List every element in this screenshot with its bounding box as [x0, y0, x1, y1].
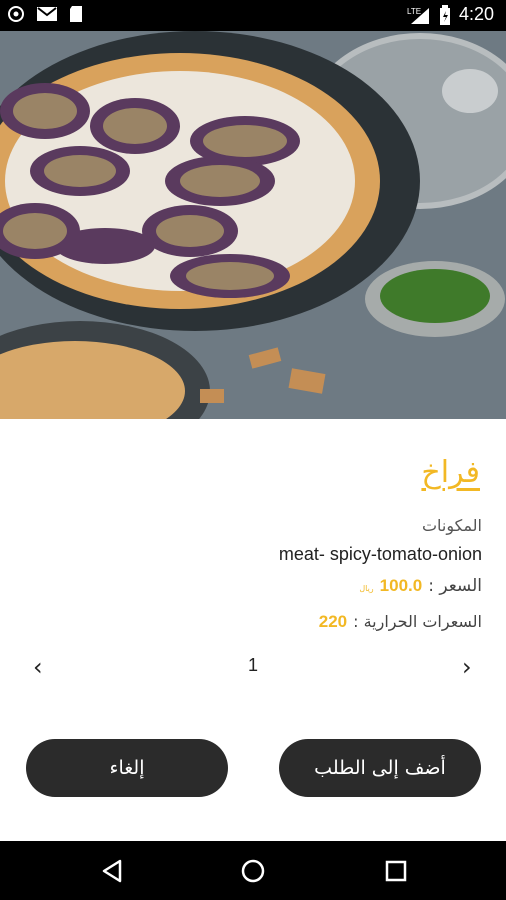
status-bar: LTE 4:20	[0, 0, 506, 31]
clipboard-icon	[70, 6, 82, 22]
photos-icon	[8, 6, 24, 22]
home-icon[interactable]	[241, 859, 265, 883]
cancel-button[interactable]: إلغاء	[26, 739, 228, 797]
quantity-stepper: ‹ 1 ›	[0, 651, 506, 681]
system-status: LTE 4:20	[407, 4, 494, 25]
price-row: السعر : 100.0 ريال	[359, 576, 482, 596]
svg-text:LTE: LTE	[407, 7, 421, 16]
battery-icon	[439, 4, 450, 25]
calories-row: السعرات الحرارية : 220	[319, 612, 482, 632]
price-value: 100.0	[379, 576, 423, 595]
quantity-value: 1	[247, 655, 258, 675]
signal-icon: LTE	[407, 7, 429, 24]
recents-icon[interactable]	[385, 860, 407, 882]
gmail-icon	[37, 7, 57, 21]
chevron-right-icon[interactable]: ›	[462, 653, 472, 681]
ingredients-value: meat- spicy-tomato-onion	[278, 544, 482, 564]
ingredients-label: المكونات	[421, 516, 482, 535]
clock: 4:20	[458, 4, 494, 24]
navigation-bar	[0, 841, 506, 900]
dish-title: فراخ	[421, 455, 480, 490]
calories-label: السعرات الحرارية :	[353, 612, 482, 631]
add-to-order-button[interactable]: أضف إلى الطلب	[279, 739, 481, 797]
dish-image	[0, 31, 506, 419]
currency-label: ريال	[359, 584, 374, 593]
notification-icons	[6, 5, 84, 23]
dish-details: فراخ المكونات meat- spicy-tomato-onion ا…	[0, 419, 506, 841]
price-label: السعر :	[428, 576, 482, 596]
calories-value: 220	[318, 612, 348, 631]
back-icon[interactable]	[100, 859, 124, 883]
